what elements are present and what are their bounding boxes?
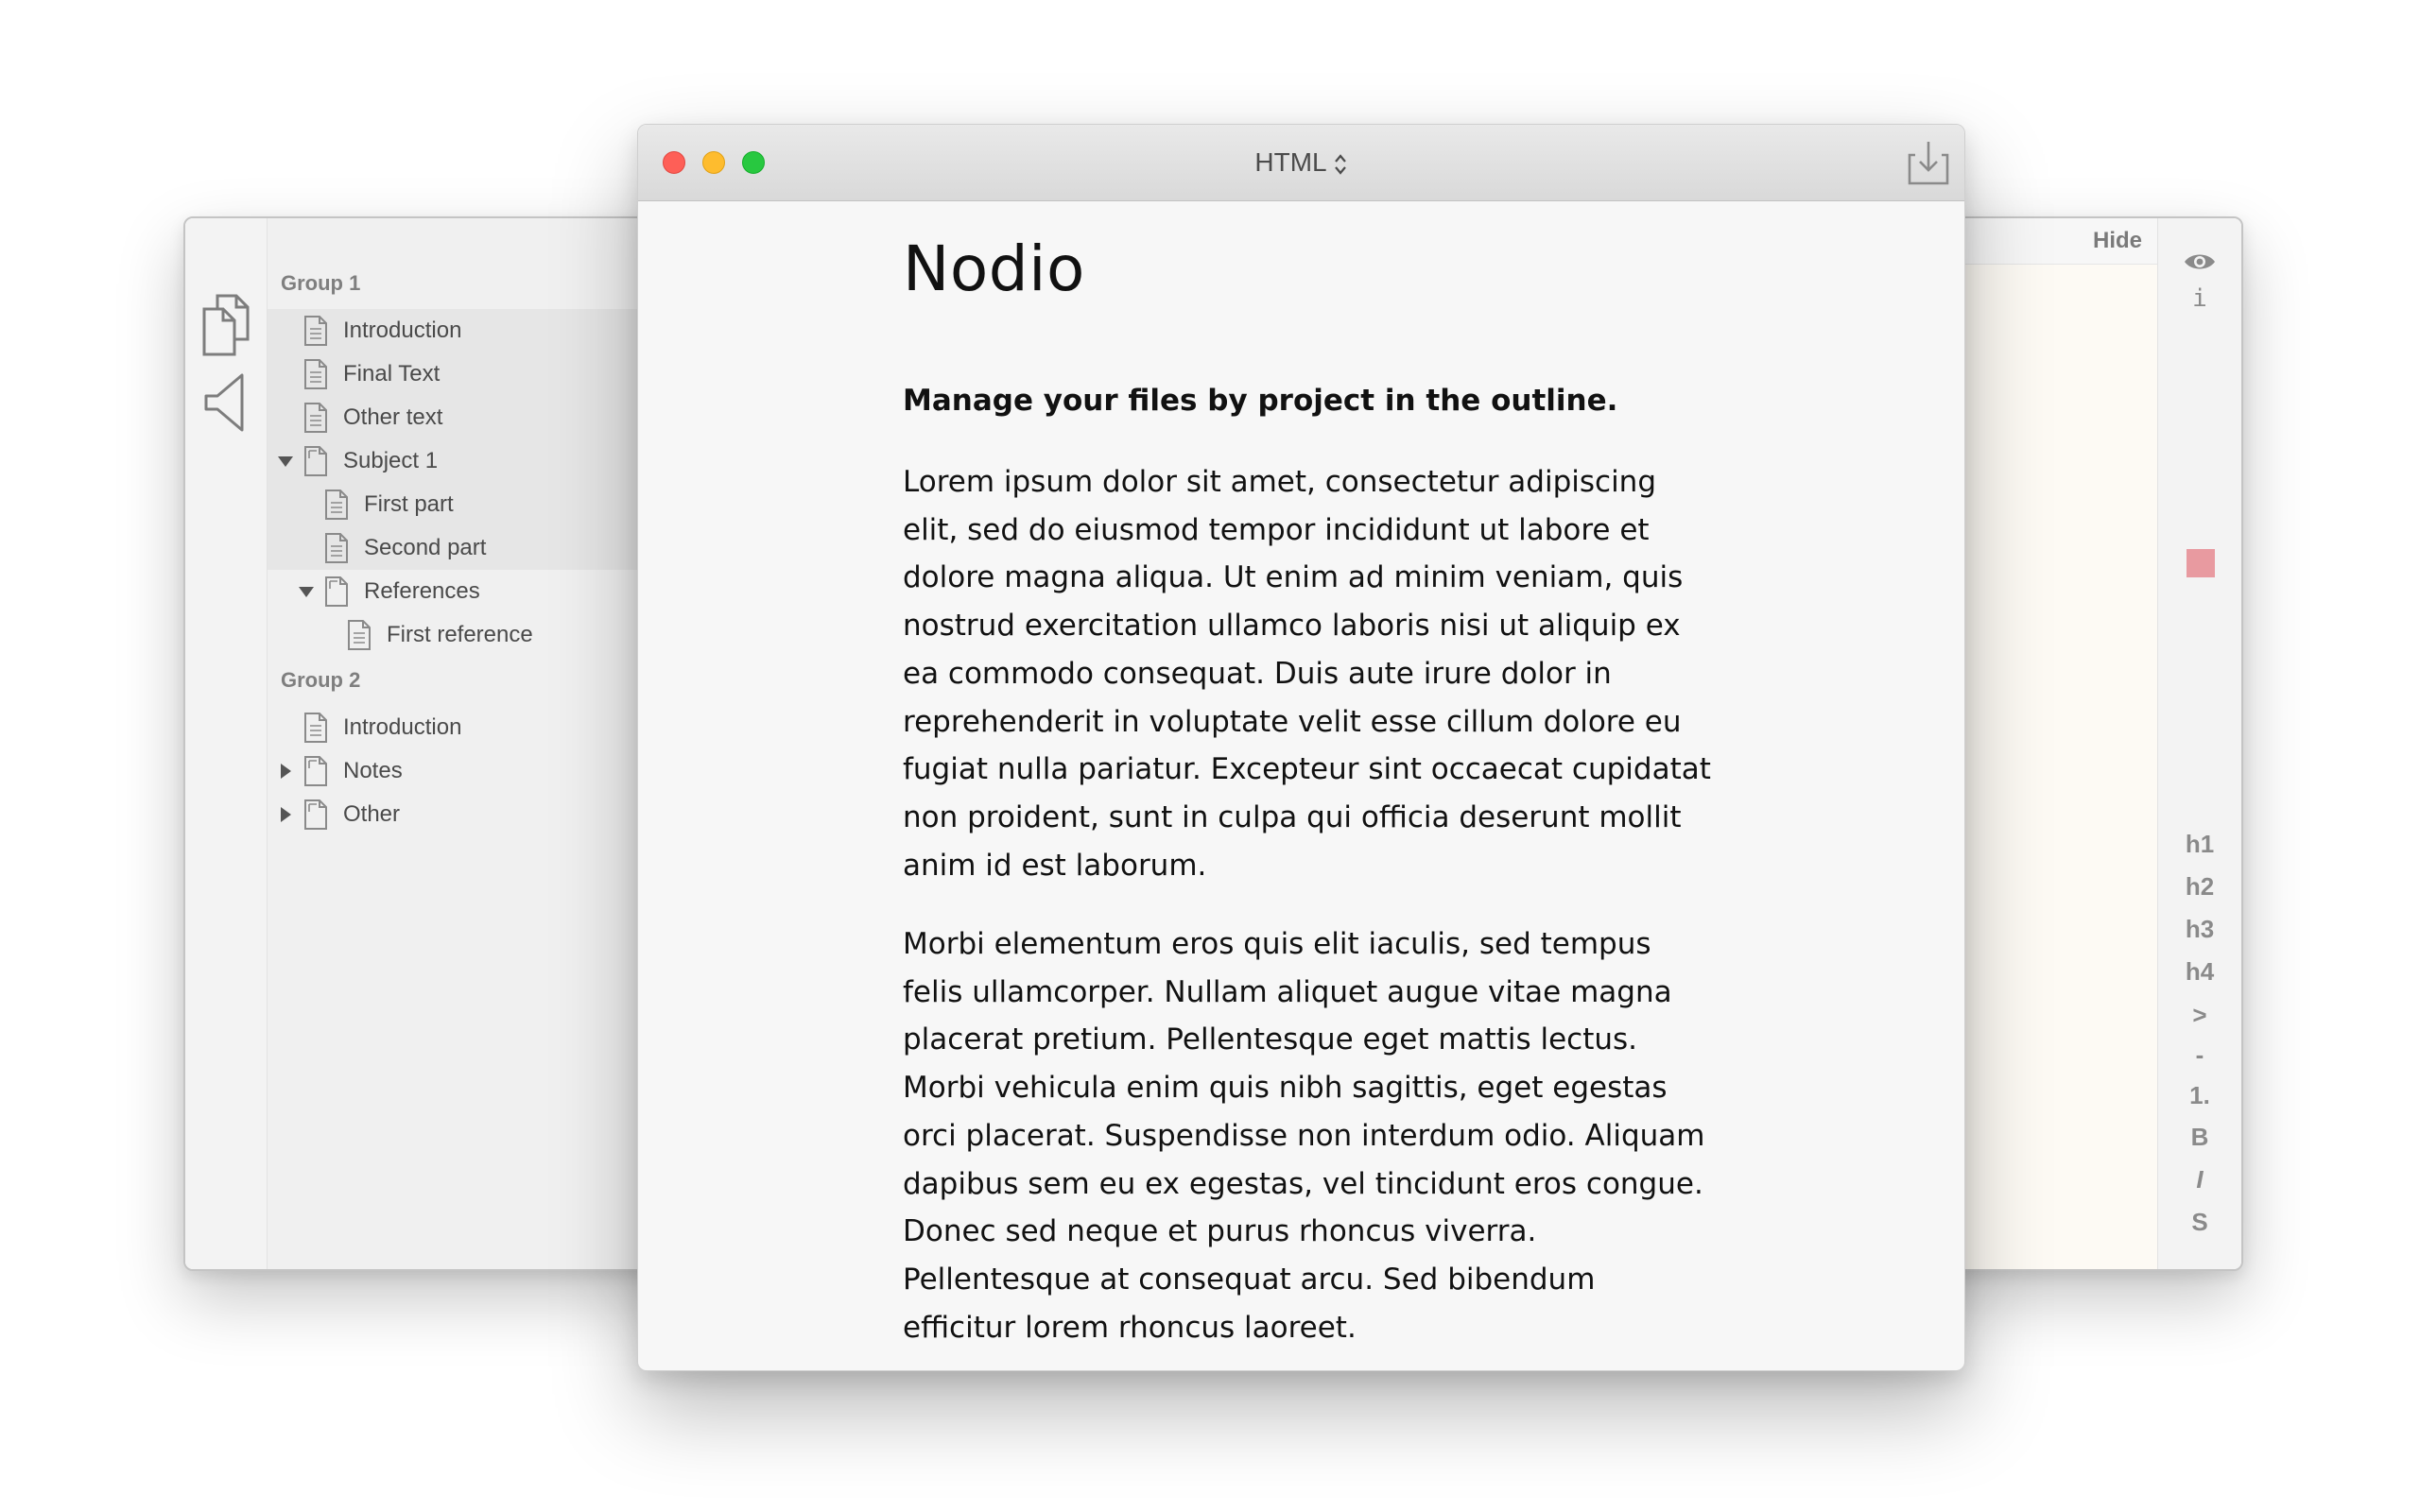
disclosure-expanded-icon[interactable]: [296, 581, 317, 602]
h1-button[interactable]: h1: [2158, 830, 2241, 858]
disclosure-collapsed-icon[interactable]: [275, 761, 296, 782]
editor-pane[interactable]: Hide: [1962, 218, 2170, 1269]
outline-item-label: Notes: [343, 758, 403, 783]
h4-button[interactable]: h4: [2158, 957, 2241, 986]
documents-icon[interactable]: [199, 292, 253, 358]
outline-item-label: Subject 1: [343, 448, 439, 473]
document-icon: [304, 316, 327, 346]
speaker-icon[interactable]: [199, 369, 253, 436]
outline-item-label: Introduction: [343, 714, 462, 740]
outline-item-label: Second part: [364, 535, 487, 560]
outline-item-label: First part: [364, 491, 454, 517]
updown-chevron-icon: [1334, 153, 1346, 175]
export-icon[interactable]: [1906, 138, 1951, 187]
group-label: Group 2: [281, 668, 361, 692]
color-swatch[interactable]: [2187, 549, 2215, 577]
italic-button[interactable]: I: [2158, 1165, 2241, 1194]
outline-item-label: References: [364, 578, 480, 604]
eye-icon[interactable]: [2183, 250, 2217, 273]
document-title: Nodio: [903, 232, 1085, 305]
title-bar: HTML: [638, 125, 1964, 201]
document-lead: Manage your files by project in the outl…: [903, 384, 1618, 418]
disclosure-collapsed-icon[interactable]: [275, 804, 296, 825]
group-label: Group 1: [281, 271, 361, 295]
document-icon: [325, 490, 348, 520]
strikethrough-button[interactable]: S: [2158, 1208, 2241, 1236]
format-popup[interactable]: HTML: [638, 125, 1964, 200]
bold-button[interactable]: B: [2158, 1123, 2241, 1151]
folder-document-icon: [304, 799, 327, 830]
document-paragraph: Lorem ipsum dolor sit amet, consectetur …: [903, 465, 1711, 883]
hide-button[interactable]: Hide: [2093, 218, 2142, 264]
folder-document-icon: [304, 756, 327, 786]
document-icon: [304, 359, 327, 389]
outline-item-label: Introduction: [343, 318, 462, 343]
document-icon: [348, 620, 371, 650]
document-icon: [304, 403, 327, 433]
document-paragraph: Morbi elementum eros quis elit iaculis, …: [903, 927, 1705, 1345]
bullet-list-button[interactable]: -: [2158, 1040, 2241, 1069]
format-toolbar: i h1 h2 h3 h4 > - 1. B I S: [2157, 218, 2241, 1269]
html-preview-window: HTML Nodio Manage your files by project …: [637, 124, 1965, 1371]
format-label: HTML: [1254, 147, 1327, 177]
folder-document-icon: [325, 576, 348, 607]
h2-button[interactable]: h2: [2158, 872, 2241, 901]
document-icon: [325, 533, 348, 563]
outline-item-label: Final Text: [343, 361, 441, 387]
folder-document-icon: [304, 446, 327, 476]
outline-item-label: First reference: [387, 622, 533, 647]
editor-header: Hide: [1962, 218, 2170, 265]
outline-item-label: Other: [343, 801, 401, 827]
document-icon: [304, 713, 327, 743]
icon-rail: [185, 218, 268, 1269]
info-button[interactable]: i: [2158, 284, 2241, 313]
blockquote-button[interactable]: >: [2158, 1001, 2241, 1029]
disclosure-expanded-icon[interactable]: [275, 451, 296, 472]
h3-button[interactable]: h3: [2158, 915, 2241, 943]
numbered-list-button[interactable]: 1.: [2158, 1081, 2241, 1109]
outline-item-label: Other text: [343, 404, 443, 430]
